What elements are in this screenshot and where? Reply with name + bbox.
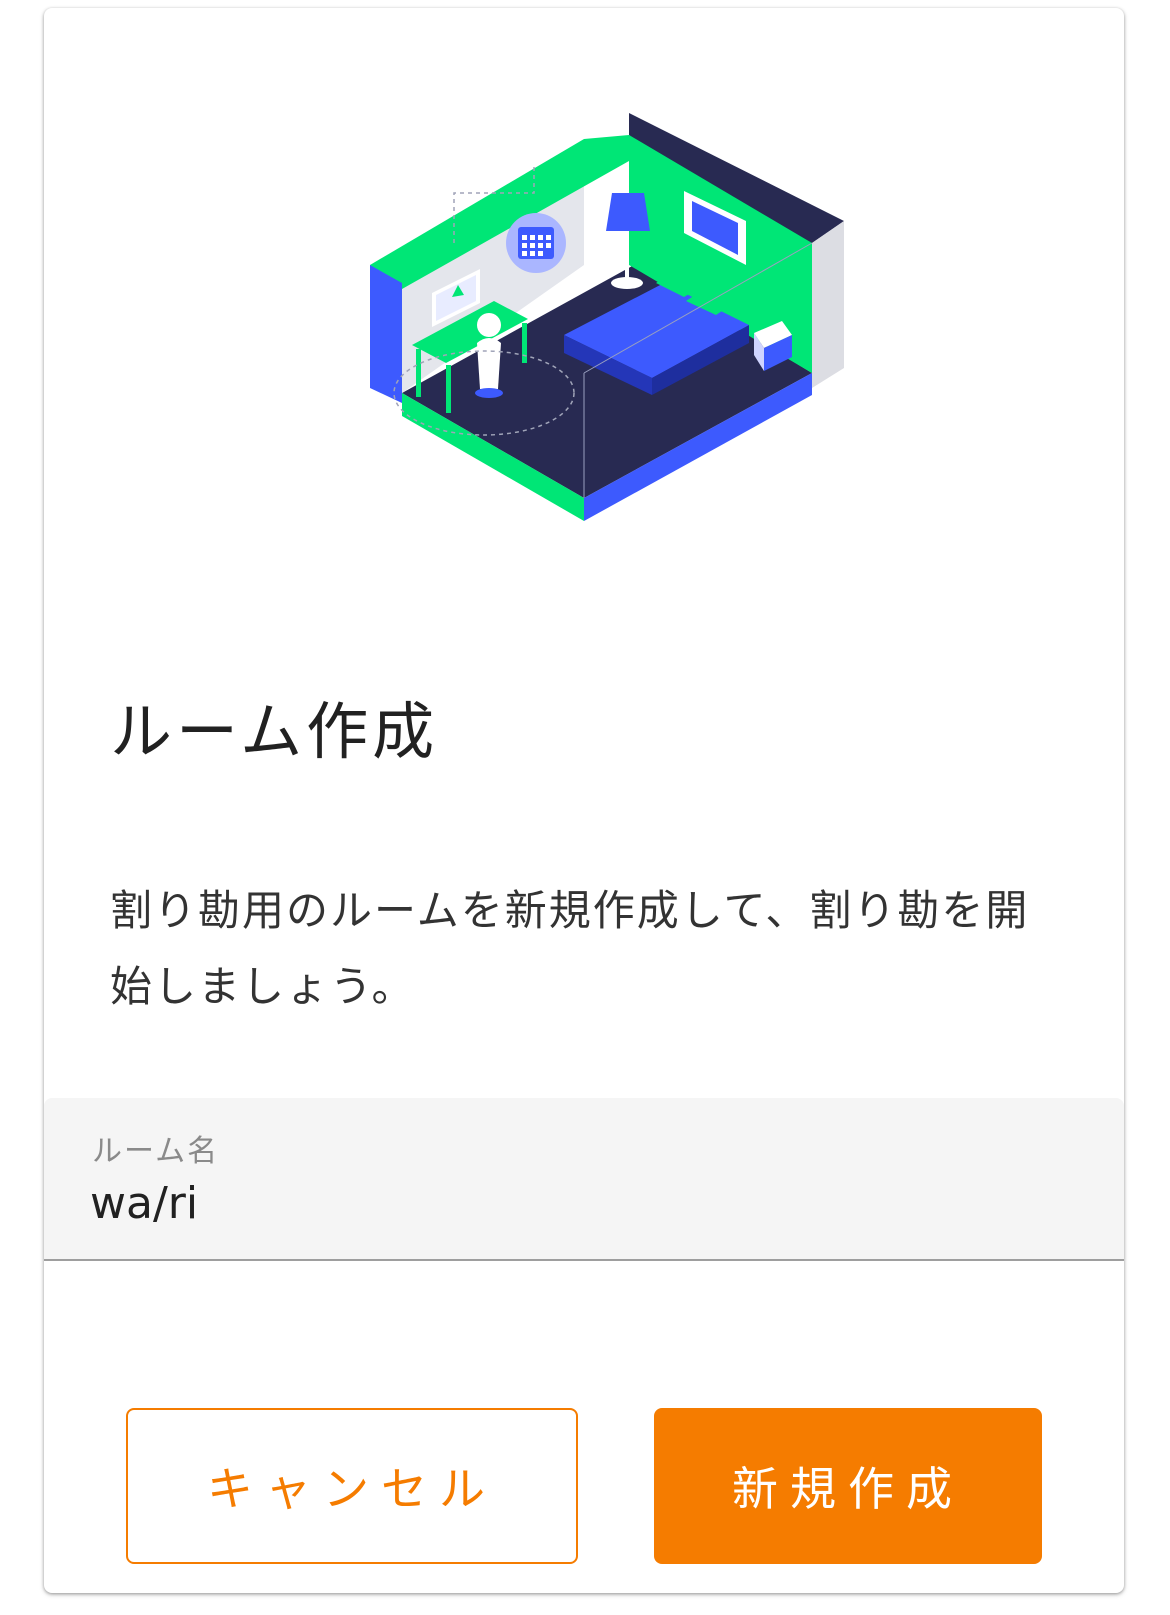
room-name-field[interactable]: ルーム名 xyxy=(44,1098,1124,1261)
room-illustration xyxy=(370,113,844,521)
room-name-label: ルーム名 xyxy=(92,1134,220,1169)
dialog-description: 割り勘用のルームを新規作成して、割り勘を開始しましょう。 xyxy=(110,886,1030,1011)
cancel-button[interactable]: キャンセル xyxy=(126,1408,578,1564)
create-button[interactable]: 新規作成 xyxy=(654,1408,1042,1564)
room-name-input[interactable] xyxy=(90,1168,1070,1238)
create-room-dialog: ルーム作成 割り勘用のルームを新規作成して、割り勘を開始しましょう。 ルーム名 … xyxy=(44,8,1124,1593)
dialog-title: ルーム作成 xyxy=(110,695,439,768)
